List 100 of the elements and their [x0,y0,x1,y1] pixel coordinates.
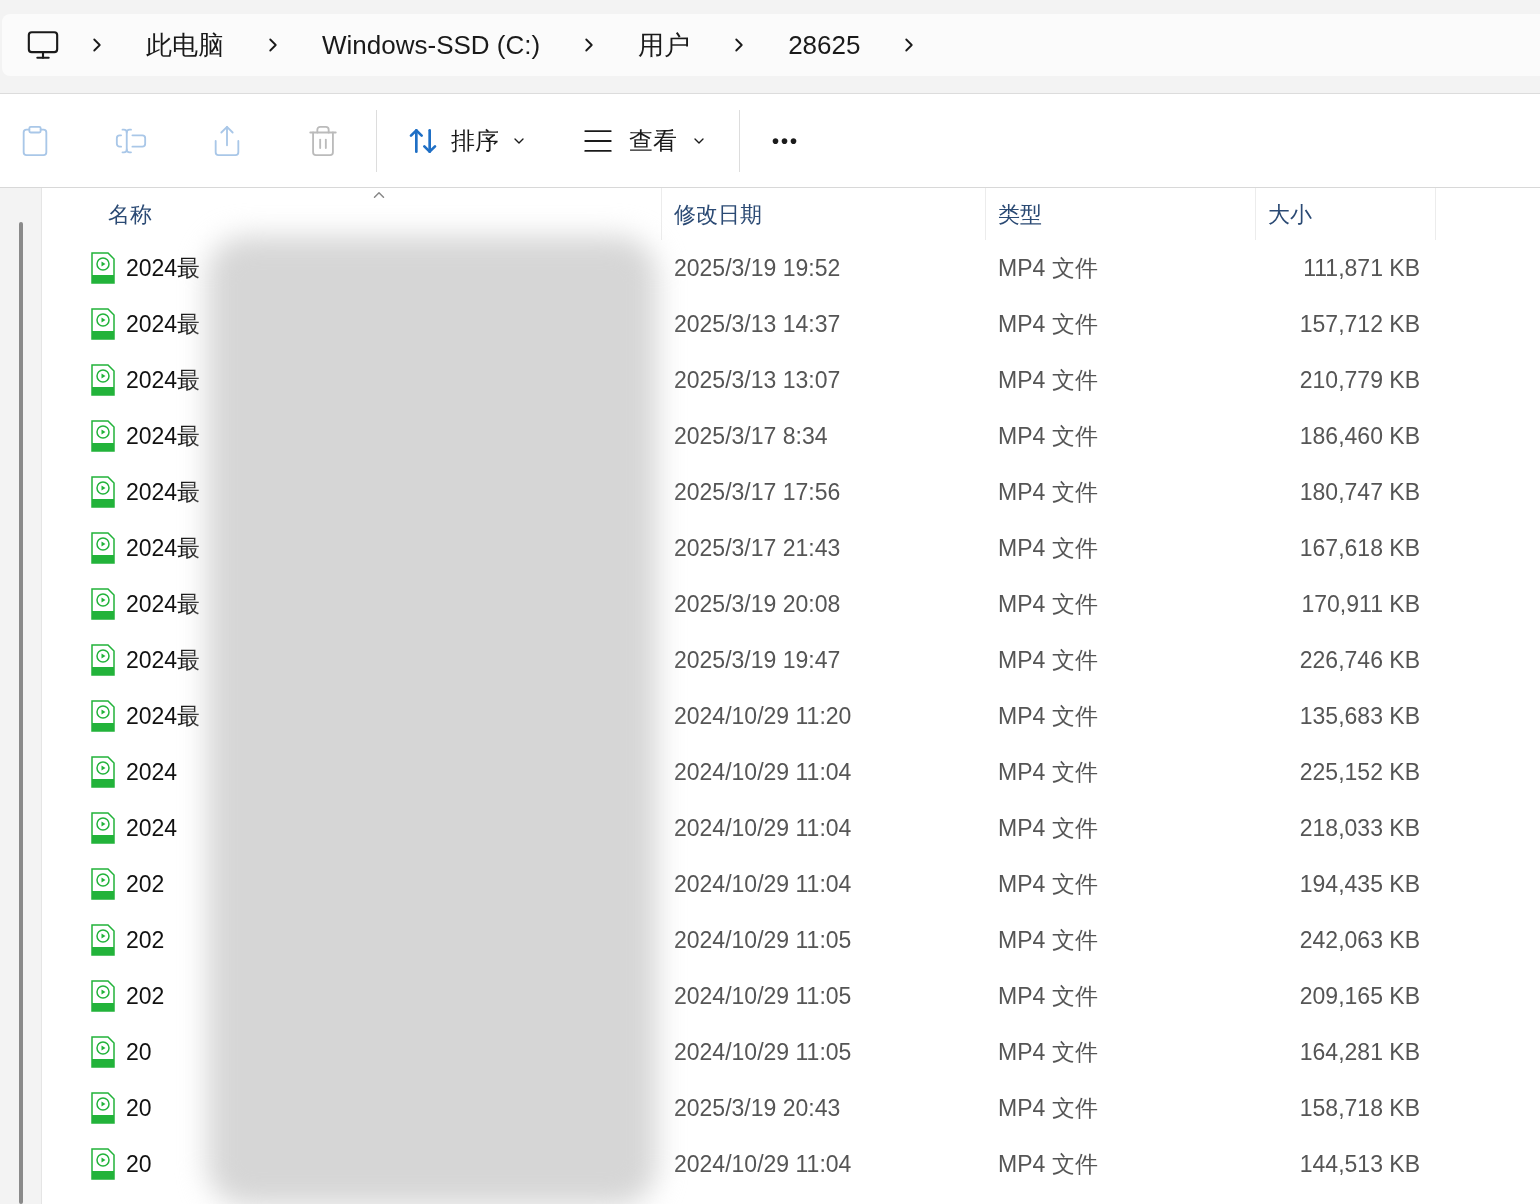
file-name[interactable]: 2024最 [126,642,201,678]
file-type: MP4 文件 [998,478,1098,505]
file-size: 225,152 KB [1299,758,1420,785]
file-name[interactable]: 2024 [126,810,178,846]
video-file-icon [90,1092,116,1124]
modified-date: 2025/3/13 14:37 [674,310,841,337]
column-header[interactable]: 名称 [108,197,152,231]
address-bar[interactable]: 此电脑 Windows-SSD (C:) 用户 28625 [2,14,1540,76]
file-type: MP4 文件 [998,1094,1098,1121]
file-name[interactable]: 20 [126,1146,152,1182]
file-type: MP4 文件 [998,814,1098,841]
file-type: MP4 文件 [998,1150,1098,1177]
file-name[interactable]: 2024最 [126,474,201,510]
video-file-icon [90,1148,116,1180]
file-size: 186,460 KB [1299,422,1420,449]
file-size: 210,779 KB [1299,366,1420,393]
file-size: 157,712 KB [1299,310,1420,337]
modified-date: 2024/10/29 11:05 [674,982,852,1009]
file-type: MP4 文件 [998,758,1098,785]
file-name[interactable]: 2024最 [126,586,201,622]
modified-date: 2025/3/17 17:56 [674,478,841,505]
file-type: MP4 文件 [998,870,1098,897]
file-type: MP4 文件 [998,310,1098,337]
video-file-icon [90,980,116,1012]
video-file-icon [90,812,116,844]
file-name[interactable]: 2024 [126,754,178,790]
file-size: 194,435 KB [1299,870,1420,897]
video-file-icon [90,644,116,676]
file-size: 170,911 KB [1301,590,1420,617]
more-button[interactable]: ••• [772,125,799,156]
file-size: 242,063 KB [1299,926,1420,953]
file-type: MP4 文件 [998,366,1098,393]
file-size: 226,746 KB [1299,646,1420,673]
column-header[interactable]: 类型 [998,197,1042,231]
video-file-icon [90,420,116,452]
modified-date: 2024/10/29 11:04 [674,1150,852,1177]
breadcrumb-item[interactable]: 此电脑 [134,25,236,65]
modified-date: 2025/3/17 21:43 [674,534,841,561]
column-header[interactable]: 大小 [1268,197,1312,231]
scrollbar-thumb[interactable] [18,222,23,1204]
file-size: 135,683 KB [1299,702,1420,729]
file-type: MP4 文件 [998,534,1098,561]
file-name[interactable]: 20 [126,1034,152,1070]
breadcrumb-item[interactable]: 用户 [626,25,703,65]
column-header[interactable]: 修改日期 [674,197,762,231]
file-name[interactable]: 202 [126,978,165,1014]
file-size: 218,033 KB [1299,814,1420,841]
breadcrumb-item[interactable]: Windows-SSD (C:) [310,25,553,65]
file-name[interactable]: 2024最 [126,530,201,566]
modified-date: 2024/10/29 11:20 [674,702,852,729]
file-name[interactable]: 2024最 [126,250,201,286]
video-file-icon [90,308,116,340]
file-type: MP4 文件 [998,422,1098,449]
file-size: 167,618 KB [1299,534,1420,561]
file-type: MP4 文件 [998,982,1098,1009]
video-file-icon [90,252,116,284]
file-type: MP4 文件 [998,1038,1098,1065]
modified-date: 2024/10/29 11:04 [674,870,852,897]
modified-date: 2025/3/17 8:34 [674,422,828,449]
trash-icon[interactable] [306,123,340,158]
video-file-icon [90,364,116,396]
video-file-icon [90,924,116,956]
file-name[interactable]: 202 [126,866,165,902]
file-type: MP4 文件 [998,254,1098,281]
file-size: 144,513 KB [1299,1150,1420,1177]
sort-button[interactable]: 排序 [407,122,527,159]
file-size: 209,165 KB [1299,982,1420,1009]
video-file-icon [90,532,116,564]
computer-icon [26,28,60,62]
modified-date: 2025/3/19 20:08 [674,590,841,617]
file-name[interactable]: 2024最 [126,362,201,398]
video-file-icon [90,588,116,620]
video-file-icon [90,756,116,788]
modified-date: 2024/10/29 11:05 [674,1038,852,1065]
file-name[interactable]: 2024最 [126,306,201,342]
view-button[interactable]: 查看 [581,122,707,159]
file-name[interactable]: 2024最 [126,418,201,454]
video-file-icon [90,476,116,508]
file-type: MP4 文件 [998,926,1098,953]
file-type: MP4 文件 [998,646,1098,673]
file-size: 111,871 KB [1303,254,1420,281]
video-file-icon [90,868,116,900]
modified-date: 2025/3/19 20:43 [674,1094,841,1121]
video-file-icon [90,700,116,732]
video-file-icon [90,1036,116,1068]
modified-date: 2025/3/13 13:07 [674,366,841,393]
file-name[interactable]: 20 [126,1090,152,1126]
modified-date: 2024/10/29 11:05 [674,926,852,953]
modified-date: 2024/10/29 11:04 [674,758,852,785]
file-type: MP4 文件 [998,702,1098,729]
breadcrumb-item[interactable]: 28625 [776,25,873,65]
file-size: 180,747 KB [1299,478,1420,505]
file-name[interactable]: 2024最 [126,698,201,734]
modified-date: 2025/3/19 19:47 [674,646,841,673]
file-type: MP4 文件 [998,590,1098,617]
modified-date: 2025/3/19 19:52 [674,254,841,281]
file-size: 164,281 KB [1299,1038,1420,1065]
file-size: 158,718 KB [1299,1094,1420,1121]
file-name[interactable]: 202 [126,922,165,958]
modified-date: 2024/10/29 11:04 [674,814,852,841]
